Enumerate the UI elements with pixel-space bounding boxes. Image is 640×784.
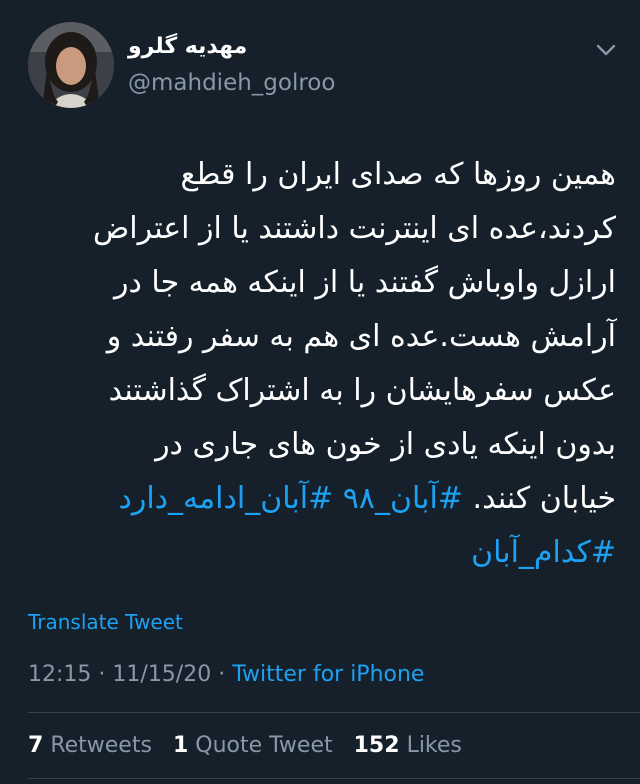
tweet-text-fragment: خیابان کنند. — [472, 481, 616, 516]
meta-separator: · — [98, 662, 106, 687]
avatar-image — [28, 22, 114, 108]
tweet-text-line: خیابان کنند. #آبان_۹۸ #آبان_ادامه_دارد — [24, 472, 616, 526]
quotes-count: 1 — [172, 733, 189, 758]
retweets-count: 7 — [28, 733, 44, 758]
quote-tweets-stat[interactable]: 1 Quote Tweet — [173, 733, 333, 758]
likes-stat[interactable]: 152 Likes — [354, 733, 462, 758]
quotes-label: Quote Tweet — [195, 733, 333, 758]
tweet-text-line: کردند،عده ای اینترنت داشتند یا از اعتراض — [93, 211, 616, 246]
divider — [28, 712, 640, 713]
avatar[interactable] — [28, 22, 114, 108]
tweet-detail: مهدیه گلرو @mahdieh_golroo همین روزها که… — [0, 0, 640, 784]
likes-label: Likes — [406, 733, 462, 758]
display-name[interactable]: مهدیه گلرو — [128, 34, 247, 59]
tweet-text-line: عکس سفرهایشان را به اشتراک گذاشتند — [108, 373, 616, 408]
tweet-text-line: همین روزها که صدای ایران را قطع — [180, 157, 616, 192]
retweets-stat[interactable]: 7 Retweets — [28, 733, 152, 758]
meta-separator: · — [218, 662, 226, 687]
more-options-button[interactable] — [592, 36, 620, 64]
divider — [28, 778, 640, 779]
translate-tweet-link[interactable]: Translate Tweet — [28, 610, 183, 634]
username[interactable]: @mahdieh_golroo — [128, 70, 335, 96]
likes-count: 152 — [353, 733, 400, 758]
tweet-text-line: بدون اینکه یادی از خون های جاری در — [155, 427, 616, 462]
chevron-down-icon — [596, 44, 616, 56]
tweet-text-line: #کدام_آبان — [24, 526, 616, 580]
tweet-text: همین روزها که صدای ایران را قطع کردند،عد… — [24, 148, 616, 580]
hashtag-link[interactable]: #کدام_آبان — [471, 535, 616, 570]
retweets-label: Retweets — [50, 733, 152, 758]
tweet-source-link[interactable]: Twitter for iPhone — [232, 662, 424, 687]
hashtag-link[interactable]: #آبان_ادامه_دارد — [118, 481, 333, 516]
tweet-stats: 7 Retweets 1 Quote Tweet 152 Likes — [28, 733, 476, 758]
tweet-text-line: آرامش هست.عده ای هم به سفر رفتند و — [106, 319, 616, 354]
tweet-text-line: ارازل واوباش گفتند یا از اینکه همه جا در — [114, 265, 616, 300]
tweet-date: 11/15/20 — [112, 662, 212, 687]
tweet-time: 12:15 — [28, 662, 92, 687]
tweet-meta: 12:15 · 11/15/20 · Twitter for iPhone — [28, 662, 424, 687]
hashtag-link[interactable]: #آبان_۹۸ — [343, 481, 463, 516]
